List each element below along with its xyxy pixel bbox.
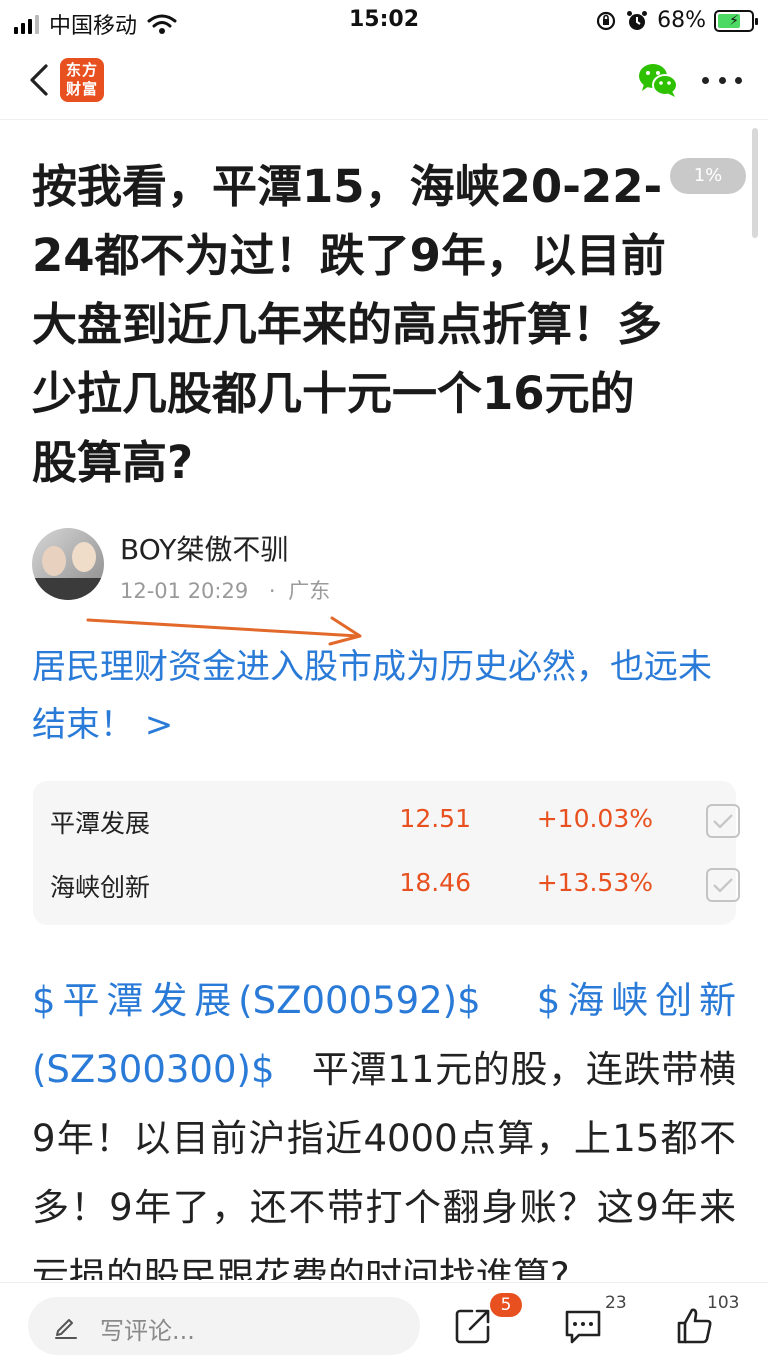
stock-row[interactable]: 平潭发展 12.51 +10.03% — [33, 789, 740, 853]
comment-icon[interactable] — [562, 1305, 604, 1347]
stock-name: 平潭发展 — [50, 809, 151, 838]
article-title: 按我看，平潭15，海峡20-22-24都不为过！跌了9年，以目前大盘到近几年来的… — [32, 160, 666, 489]
reading-progress-badge: 1% — [670, 158, 746, 194]
promo-link[interactable]: 居民理财资金进入股市成为历史必然，也远未结束！ > — [32, 638, 722, 754]
status-bar: 中国移动 15:02 68% ⚡ — [0, 0, 768, 44]
post-location: 广东 — [288, 579, 331, 603]
logo-line2: 财富 — [65, 80, 98, 98]
battery-icon: ⚡ — [714, 9, 758, 32]
article-body: $平潭发展(SZ000592)$ $海峡创新(SZ300300)$ 平潭11元的… — [32, 966, 736, 1280]
post-time: 12-01 20:29 — [120, 579, 249, 603]
app-logo[interactable]: 东方 财富 — [60, 58, 104, 102]
nav-bar: 东方 财富 — [0, 44, 768, 120]
stock-card: 平潭发展 12.51 +10.03% 海峡创新 18.46 +13.53% — [33, 781, 740, 925]
more-icon[interactable] — [702, 72, 742, 88]
stock-change: +10.03% — [536, 804, 653, 833]
wechat-icon[interactable] — [636, 60, 680, 100]
stock-price: 18.46 — [399, 868, 471, 897]
stock-row[interactable]: 海峡创新 18.46 +13.53% — [33, 853, 740, 917]
watchlist-check-icon[interactable] — [706, 804, 740, 838]
comment-input[interactable]: 写评论... — [28, 1297, 420, 1355]
share-badge: 5 — [490, 1293, 522, 1317]
post-meta: 12-01 20:29 · 广东 — [120, 575, 330, 605]
charging-bolt-icon: ⚡ — [729, 12, 739, 29]
scrollbar[interactable] — [752, 128, 758, 238]
avatar[interactable] — [32, 528, 104, 600]
stock-tag-link[interactable]: $平潭发展(SZ000592)$ — [32, 979, 481, 1022]
pen-icon — [55, 1319, 77, 1339]
back-icon[interactable] — [22, 60, 62, 100]
bottom-bar: 写评论... 5 23 103 — [0, 1282, 768, 1367]
battery-percent: 68% — [657, 8, 706, 33]
status-right: 68% ⚡ — [595, 8, 758, 33]
orientation-lock-icon — [596, 11, 616, 30]
comment-count: 23 — [605, 1293, 627, 1313]
stock-price: 12.51 — [399, 804, 471, 833]
meta-separator: · — [268, 579, 276, 603]
share-icon[interactable] — [452, 1305, 494, 1347]
like-count: 103 — [707, 1293, 740, 1313]
logo-line1: 东方 — [65, 61, 98, 79]
author-name[interactable]: BOY桀傲不驯 — [120, 528, 288, 568]
comment-placeholder: 写评论... — [100, 1317, 195, 1345]
stock-name: 海峡创新 — [50, 873, 151, 902]
watchlist-check-icon[interactable] — [706, 868, 740, 902]
stock-change: +13.53% — [536, 868, 653, 897]
alarm-icon — [627, 10, 648, 30]
